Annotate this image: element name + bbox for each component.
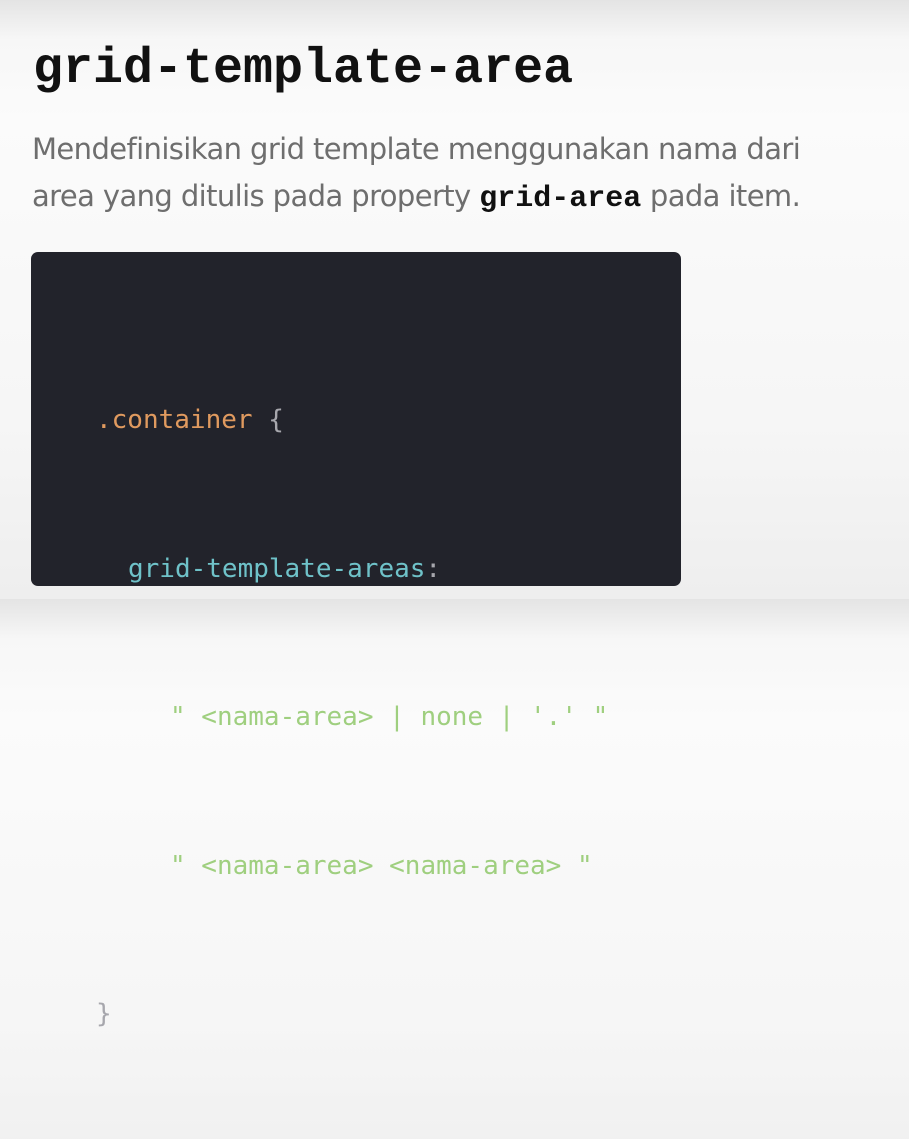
close-brace: } [96, 999, 112, 1029]
css-value-string-1: " <nama-area> | none | '.' " [170, 702, 609, 732]
code-block: .container { grid-template-areas: " <nam… [31, 252, 681, 1029]
open-brace: { [252, 405, 284, 435]
description-line-1: Mendefinisikan grid template menggunakan… [32, 132, 801, 166]
code-line-value-1: " <nama-area> | none | '.' " [96, 693, 681, 743]
slide-description: Mendefinisikan grid template menggunakan… [32, 126, 892, 223]
css-selector: .container [96, 405, 253, 435]
code-line-selector: .container { [96, 396, 681, 446]
code-line-property: grid-template-areas: [96, 545, 681, 595]
slide: grid-template-area Mendefinisikan grid t… [0, 0, 909, 1029]
slide-title: grid-template-area [33, 41, 574, 98]
code-line-close: } [96, 990, 681, 1040]
css-property: grid-template-areas [128, 553, 426, 584]
description-line-2-end: pada item. [641, 179, 801, 213]
css-value-string-2: " <nama-area> <nama-area> " [170, 850, 593, 881]
inline-code-grid-area: grid-area [479, 182, 642, 216]
code-line-value-2: " <nama-area> <nama-area> " [96, 842, 681, 892]
description-line-2-start: area yang ditulis pada property [32, 179, 480, 213]
colon: : [425, 553, 442, 584]
